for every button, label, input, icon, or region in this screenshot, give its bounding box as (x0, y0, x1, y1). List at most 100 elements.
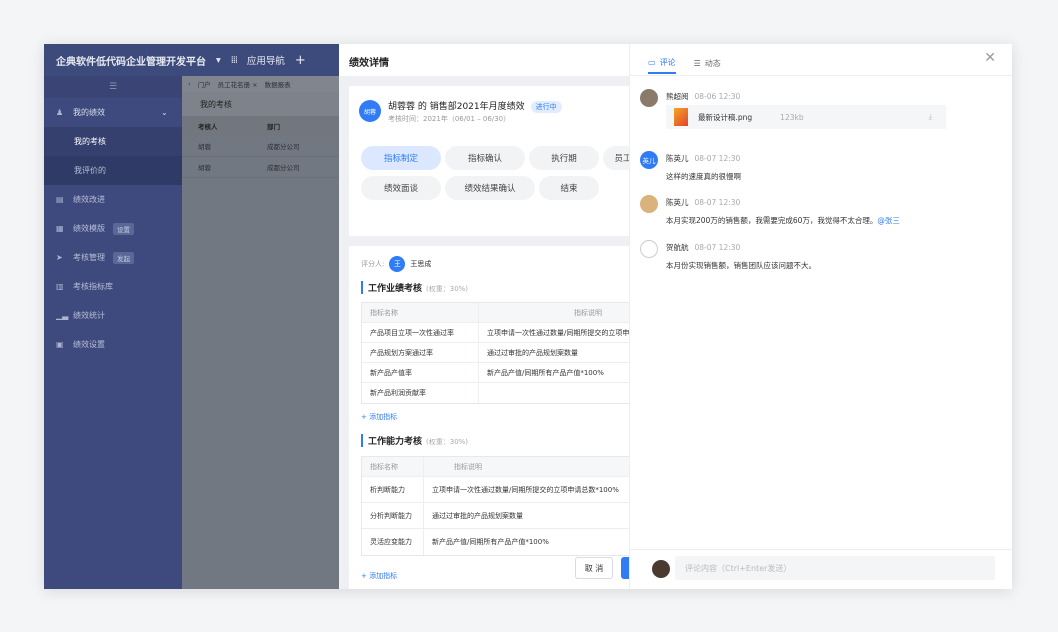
comments-panel: ▭ 评论 ☰ 动态 ✕ 熊超阅 08-06 12:30 最新设计稿.png 123… (629, 44, 1012, 549)
detail-panel: 胡蓉 胡蓉蓉 的 销售部2021年月度绩效 进行中 考核时间：2021年（06/0… (339, 76, 643, 589)
table-cell: 产品项目立项一次性通过率 (362, 323, 479, 342)
section-title-text: 工作能力考核 (368, 437, 423, 447)
scorer-label: 评分人: (361, 260, 385, 268)
app-nav-link[interactable]: 应用导航 (247, 53, 285, 67)
dropdown-icon[interactable]: ▾ (216, 55, 221, 66)
comment-item: 熊超阅 08-06 12:30 最新设计稿.png 123kb ⤓ (640, 89, 1000, 139)
download-icon[interactable]: ⤓ (929, 112, 932, 122)
table-cell: 析判断能力 (362, 477, 424, 502)
sidebar-item-review-manage[interactable]: ➤ 考核管理 发起 (44, 243, 182, 272)
sidebar-item-my-review[interactable]: 我的考核 (44, 127, 182, 156)
table-cell: 新产品利润贡献率 (362, 383, 479, 403)
add-index-button[interactable]: + 添加指标 (361, 412, 397, 422)
close-icon[interactable]: ✕ (984, 50, 996, 66)
table-row[interactable]: 胡蓉 成都分公司 (182, 157, 339, 178)
table-row[interactable]: 分析判断能力 通过过审批的产品规划案数量 (362, 503, 634, 529)
sidebar-item-improvement[interactable]: ▤ 绩效改进 (44, 185, 182, 214)
add-icon[interactable]: + (295, 53, 306, 68)
avatar (640, 240, 658, 258)
top-bar: 企典软件低代码企业管理开发平台 ▾ ⁞⁞⁞ 应用导航 + (44, 44, 339, 76)
app-window: 企典软件低代码企业管理开发平台 ▾ ⁞⁞⁞ 应用导航 + ☰ ♟ 我的绩效 ⌄ … (44, 44, 1012, 589)
table-header: 考核人 部门 (182, 116, 339, 136)
table-row[interactable]: 产品规划方案通过率 通过过审批的产品规划案数量 (362, 343, 634, 363)
weight-label: (权重：30%) (426, 438, 469, 446)
divider (630, 75, 1012, 76)
sidebar-item-index-lib[interactable]: ▥ 考核指标库 (44, 272, 182, 301)
tab-label: 评论 (659, 57, 676, 67)
sidebar-item-settings[interactable]: ▣ 绩效设置 (44, 330, 182, 359)
step-index-confirm[interactable]: 指标确认 (445, 146, 525, 170)
comment-author: 陈英儿 08-07 12:30 (666, 197, 740, 208)
column-header[interactable]: 考核人 (182, 121, 267, 131)
step-end[interactable]: 结束 (539, 176, 599, 200)
author-name: 陈英儿 (666, 154, 689, 163)
table-cell: 成都分公司 (267, 143, 300, 151)
step-execution[interactable]: 执行期 (529, 146, 599, 170)
table-row[interactable]: 胡蓉 成都分公司 (182, 136, 339, 157)
comment-author: 贺航航 08-07 12:30 (666, 242, 740, 253)
step-interview[interactable]: 绩效面谈 (361, 176, 441, 200)
table-row[interactable]: 新产品产值率 新产品产值/同期所有产品产值*100% (362, 363, 634, 383)
chart-icon: ▥ (56, 282, 64, 291)
settings-icon: ▣ (56, 340, 64, 349)
comment-input[interactable]: 评论内容（Ctrl+Enter发送） (675, 556, 995, 580)
send-icon: ➤ (56, 253, 63, 262)
collapse-icon[interactable]: ☰ (44, 76, 182, 98)
sidebar-item-stats[interactable]: ▁▃ 绩效统计 (44, 301, 182, 330)
file-name: 最新设计稿.png (698, 112, 753, 122)
avatar: 王 (389, 256, 406, 272)
sidebar-item-label: 绩效模版 (73, 224, 105, 233)
table-row[interactable]: 析判断能力 立项申请一次性通过数量/同期所提交的立项申请总数*100% (362, 477, 634, 503)
table-row[interactable]: 灵活应变能力 新产品产值/同期所有产品产值*100% (362, 529, 634, 555)
plan-title-text: 胡蓉蓉 的 销售部2021年月度绩效 (388, 102, 525, 112)
avatar: 英儿 (640, 151, 658, 169)
tab-comments[interactable]: ▭ 评论 (648, 52, 676, 74)
sidebar-item-templates[interactable]: ▦ 绩效模版 设置 (44, 214, 182, 243)
sidebar-item-my-performance[interactable]: ♟ 我的绩效 ⌄ (44, 98, 182, 127)
background-app: 企典软件低代码企业管理开发平台 ▾ ⁞⁞⁞ 应用导航 + ☰ ♟ 我的绩效 ⌄ … (44, 44, 339, 589)
comment-text: 本月份实现销售额，销售团队应该问题不大。 (666, 261, 816, 270)
tab-reports[interactable]: 数据报表 (265, 79, 291, 89)
comment-author: 熊超阅 08-06 12:30 (666, 91, 740, 102)
table-row[interactable]: 新产品利润贡献率 (362, 383, 634, 403)
mention-link[interactable]: @张三 (877, 216, 900, 225)
tab-roster[interactable]: 员工花名册 × (218, 79, 258, 89)
tab-activity[interactable]: ☰ 动态 (694, 52, 721, 74)
table-cell: 胡蓉 (198, 164, 211, 172)
main-content: ‹ 门户 员工花名册 × 数据报表 我的考核 考核人 部门 胡蓉 成都分公司 胡… (182, 76, 339, 589)
step-result-confirm[interactable]: 绩效结果确认 (445, 176, 535, 200)
table-cell: 产品规划方案通过率 (362, 343, 479, 362)
chevron-left-icon[interactable]: ‹ (188, 80, 191, 88)
grid-icon[interactable]: ⁞⁞⁞ (231, 55, 238, 66)
step-index-setting[interactable]: 指标制定 (361, 146, 441, 170)
plan-title: 胡蓉蓉 的 销售部2021年月度绩效 进行中 (388, 99, 562, 113)
column-header: 指标名称 (362, 457, 424, 476)
people-icon: ♟ (56, 108, 64, 117)
comment-text: 本月实现200万的销售额，我需要完成60万，我觉得不太合理。@张三 (666, 215, 900, 226)
section-title: 工作业绩考核 (权重：30%) (361, 281, 468, 294)
file-attachment[interactable]: 最新设计稿.png 123kb ⤓ (666, 105, 946, 129)
badge: 发起 (113, 251, 134, 264)
sidebar-item-label: 考核管理 (73, 253, 105, 262)
doc-icon: ▤ (56, 195, 64, 204)
avatar: 胡蓉 (359, 100, 381, 122)
table-row[interactable]: 产品项目立项一次性通过率立项申请一次性通过数量/同期所提交的立项申请总数*100… (362, 323, 634, 343)
add-index-button[interactable]: + 添加指标 (361, 571, 397, 581)
cancel-button[interactable]: 取 消 (575, 557, 613, 579)
comment-author: 陈英儿 08-07 12:30 (666, 153, 740, 164)
badge: 设置 (113, 222, 134, 235)
plan-card: 胡蓉 胡蓉蓉 的 销售部2021年月度绩效 进行中 考核时间：2021年（06/0… (349, 86, 643, 236)
plan-time: 考核时间：2021年（06/01 – 06/30） (388, 115, 511, 123)
column-header[interactable]: 部门 (267, 121, 339, 131)
tab-portal[interactable]: 门户 (198, 79, 211, 89)
comment-item: 贺航航 08-07 12:30 本月份实现销售额，销售团队应该问题不大。 (640, 240, 1000, 276)
column-header: 指标名称 (362, 303, 479, 322)
comment-time: 08-07 12:30 (694, 198, 741, 207)
table-cell: 胡蓉 (198, 143, 211, 151)
index-table: 指标名称 指标说明 析判断能力 立项申请一次性通过数量/同期所提交的立项申请总数*1… (361, 456, 635, 556)
scorer-name: 王思成 (410, 260, 432, 268)
sidebar-item-my-evaluated[interactable]: 我评价的 (44, 156, 182, 185)
table-cell: 新产品产值率 (362, 363, 479, 382)
table-cell: 灵活应变能力 (362, 529, 424, 555)
table-cell: 新产品产值/同期所有产品产值*100% (487, 368, 604, 377)
